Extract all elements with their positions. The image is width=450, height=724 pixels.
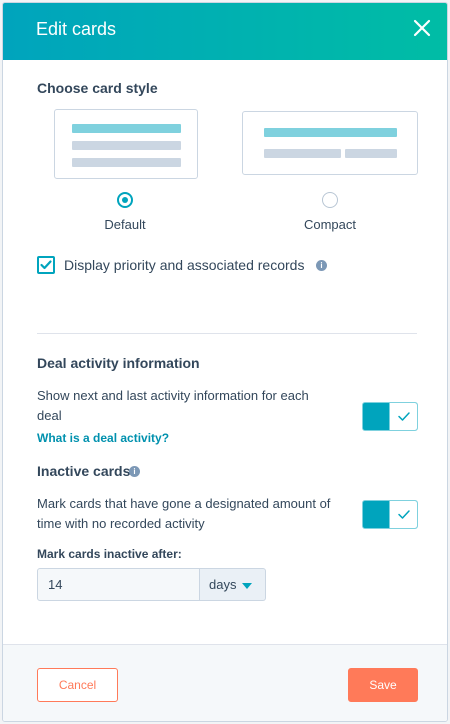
display-priority-checkbox[interactable]: [37, 256, 55, 274]
info-icon[interactable]: i: [316, 260, 327, 271]
dialog-footer: Cancel Save: [3, 644, 447, 721]
display-priority-label: Display priority and associated records: [64, 257, 305, 273]
inactive-unit-value: days: [209, 577, 237, 592]
default-style-radio[interactable]: [117, 192, 133, 208]
preview-bar: [264, 128, 397, 137]
inactive-days-input[interactable]: 14: [37, 568, 200, 601]
inactive-after-label: Mark cards inactive after:: [37, 547, 182, 561]
check-icon: [398, 510, 410, 519]
deal-activity-toggle[interactable]: [362, 402, 418, 431]
compact-style-label: Compact: [303, 217, 357, 232]
inactive-cards-toggle[interactable]: [362, 500, 418, 529]
cancel-button[interactable]: Cancel: [37, 668, 118, 702]
deal-activity-help-link[interactable]: What is a deal activity?: [37, 431, 169, 445]
toggle-knob: [389, 501, 417, 528]
save-button[interactable]: Save: [348, 668, 418, 702]
default-style-preview[interactable]: [54, 109, 198, 179]
inactive-cards-heading: Inactive cards: [37, 463, 131, 479]
edit-cards-dialog: Edit cards Choose card style Default Com…: [2, 2, 448, 722]
deal-activity-heading: Deal activity information: [37, 355, 200, 371]
deal-activity-description-line2: deal: [37, 408, 62, 423]
compact-style-preview[interactable]: [242, 111, 418, 175]
compact-style-radio[interactable]: [322, 192, 338, 208]
toggle-knob: [389, 403, 417, 430]
deal-activity-description-line1: Show next and last activity information …: [37, 388, 309, 403]
check-icon: [398, 412, 410, 421]
default-style-label: Default: [104, 217, 146, 232]
chevron-down-icon: [242, 583, 252, 589]
inactive-description-line2: time with no recorded activity: [37, 516, 205, 531]
check-icon: [40, 260, 52, 270]
preview-bar: [72, 141, 181, 150]
preview-bar: [264, 149, 341, 158]
dialog-header: Edit cards: [3, 3, 447, 60]
info-icon[interactable]: i: [129, 466, 140, 477]
preview-bar: [345, 149, 397, 158]
inactive-unit-select[interactable]: days: [200, 568, 266, 601]
dialog-title: Edit cards: [36, 19, 117, 39]
card-style-heading: Choose card style: [37, 80, 158, 96]
section-divider: [37, 333, 417, 334]
close-icon[interactable]: [411, 17, 433, 39]
preview-bar: [72, 124, 181, 133]
inactive-description-line1: Mark cards that have gone a designated a…: [37, 496, 331, 511]
preview-bar: [72, 158, 181, 167]
